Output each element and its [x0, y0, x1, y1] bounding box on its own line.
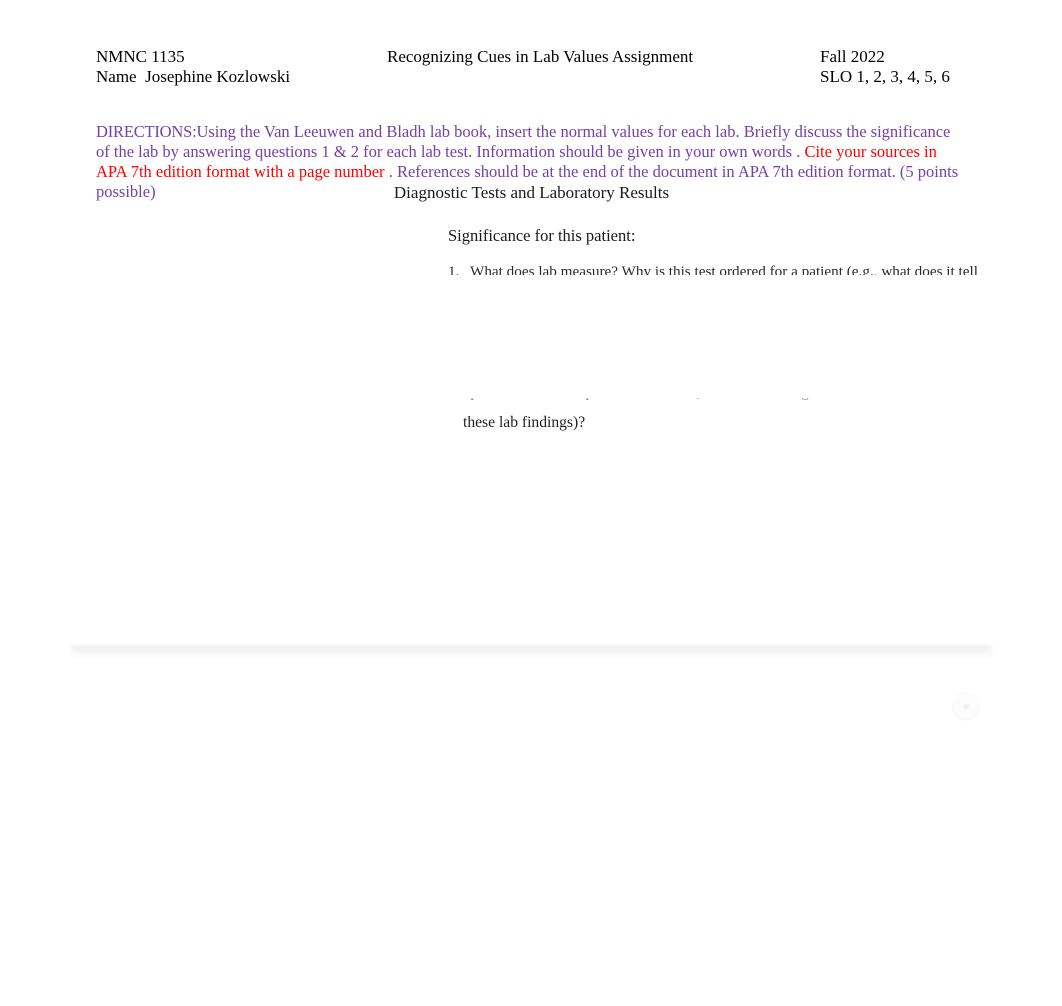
- clipped-text-sliver: the provider about the patient's conditi…: [448, 398, 978, 408]
- circle-icon: ●: [953, 693, 979, 719]
- clipped-text-sliver-inner: the provider about the patient's conditi…: [448, 398, 978, 402]
- term-label: Fall 2022: [820, 47, 885, 66]
- section-heading: Diagnostic Tests and Laboratory Results: [393, 183, 670, 202]
- course-code: NMNC 1135: [96, 47, 185, 66]
- question-one-row: 1. What does lab measure? Why is this tes…: [448, 263, 978, 275]
- document-header: NMNC 1135 Recognizing Cues in Lab Values…: [71, 47, 992, 91]
- header-row-second: Name Josephine Kozlowski SLO 1, 2, 3, 4,…: [71, 67, 992, 87]
- assignment-title: Recognizing Cues in Lab Values Assignmen…: [387, 47, 694, 66]
- student-name-field[interactable]: Name Josephine Kozlowski: [96, 67, 290, 87]
- question-one-inner: 1. What does lab measure? Why is this tes…: [448, 263, 978, 275]
- directions-label: DIRECTIONS:: [96, 121, 197, 141]
- question-one-text: What does lab measure? Why is this test …: [470, 263, 978, 275]
- question-one-number: 1.: [448, 263, 460, 275]
- slo-label: SLO 1, 2, 3, 4, 5, 6: [820, 67, 950, 86]
- floating-round-button[interactable]: ●: [953, 693, 979, 719]
- question-continuation-line: these lab findings)?: [463, 414, 586, 431]
- header-row-first: NMNC 1135 Recognizing Cues in Lab Values…: [71, 47, 992, 67]
- significance-label: Significance for this patient:: [448, 226, 636, 245]
- document-page: NMNC 1135 Recognizing Cues in Lab Values…: [71, 0, 992, 652]
